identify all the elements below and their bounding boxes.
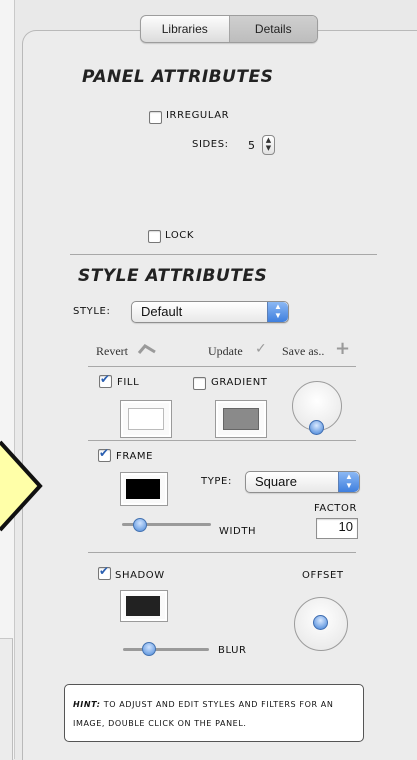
blur-label: BLUR (218, 645, 247, 656)
offset-label: OFFSET (302, 570, 344, 581)
sides-stepper[interactable]: ▲ ▼ (262, 135, 275, 155)
divider-frame (88, 440, 356, 441)
sides-label: SIDES: (192, 139, 229, 150)
frame-type-select[interactable]: Square ▲ ▼ (245, 471, 360, 493)
lock-checkbox[interactable] (148, 230, 161, 243)
tab-bar: Libraries Details (140, 15, 318, 43)
shadow-offset-knob[interactable] (313, 615, 328, 630)
factor-label: FACTOR (314, 503, 358, 514)
width-label: WIDTH (219, 526, 257, 537)
shadow-color-swatch (126, 596, 160, 616)
shadow-checkbox[interactable] (98, 564, 111, 580)
hint-body: TO ADJUST AND EDIT STYLES AND FILTERS FO… (73, 700, 334, 728)
frame-label: FRAME (116, 451, 154, 462)
blur-slider[interactable] (123, 648, 209, 651)
panel-attributes-title: PANEL ATTRIBUTES (82, 67, 274, 87)
revert-label: Revert (96, 344, 128, 358)
left-bottom-panel (0, 638, 13, 760)
divider-fill (88, 366, 356, 367)
save-as-button[interactable]: Save as.. (282, 344, 324, 359)
select-arrows-icon: ▲ ▼ (338, 472, 359, 492)
fill-color-well[interactable] (120, 400, 172, 438)
divider-shadow (88, 552, 356, 553)
tab-details[interactable]: Details (228, 16, 317, 42)
checkmark-icon: ✓ (255, 341, 267, 357)
plus-icon[interactable]: + (335, 338, 350, 359)
fill-color-swatch (128, 408, 164, 430)
tab-libraries[interactable]: Libraries (141, 16, 229, 42)
gradient-color-well[interactable] (215, 400, 267, 438)
width-slider-knob[interactable] (133, 518, 147, 532)
frame-type-value: Square (255, 474, 297, 489)
fill-label: FILL (117, 377, 140, 388)
factor-value: 10 (338, 519, 353, 534)
gradient-color-swatch (223, 408, 259, 430)
revert-button[interactable]: Revert (96, 344, 128, 359)
style-select[interactable]: Default ▲ ▼ (131, 301, 289, 323)
style-attributes-title: STYLE ATTRIBUTES (78, 266, 268, 286)
irregular-label: IRREGULAR (166, 110, 230, 121)
frame-color-well[interactable] (120, 472, 168, 506)
style-select-value: Default (141, 304, 183, 319)
pointer-arrow-icon (0, 440, 43, 532)
gradient-angle-knob[interactable] (309, 420, 324, 435)
hint-box: HINT: TO ADJUST AND EDIT STYLES AND FILT… (64, 684, 364, 742)
type-label: TYPE: (201, 476, 232, 487)
update-label: Update (208, 344, 243, 358)
sides-value[interactable]: 5 (248, 139, 256, 152)
shadow-color-well[interactable] (120, 590, 168, 622)
gradient-label: GRADIENT (211, 377, 268, 388)
irregular-checkbox[interactable] (149, 111, 162, 124)
gradient-checkbox[interactable] (193, 377, 206, 390)
revert-arrow-icon[interactable] (137, 343, 157, 355)
style-label: STYLE: (73, 306, 111, 317)
frame-checkbox[interactable] (98, 446, 111, 462)
select-arrows-icon: ▲ ▼ (267, 302, 288, 322)
update-button[interactable]: Update (208, 344, 243, 359)
section-divider (70, 254, 377, 255)
hint-text: HINT: TO ADJUST AND EDIT STYLES AND FILT… (73, 700, 333, 728)
factor-field[interactable]: 10 (316, 518, 358, 539)
hint-prefix: HINT: (73, 700, 101, 709)
fill-checkbox[interactable] (99, 372, 112, 388)
blur-slider-knob[interactable] (142, 642, 156, 656)
shadow-label: SHADOW (115, 570, 165, 581)
frame-color-swatch (126, 479, 160, 499)
save-as-label: Save as.. (282, 344, 325, 358)
lock-label: LOCK (165, 230, 195, 241)
